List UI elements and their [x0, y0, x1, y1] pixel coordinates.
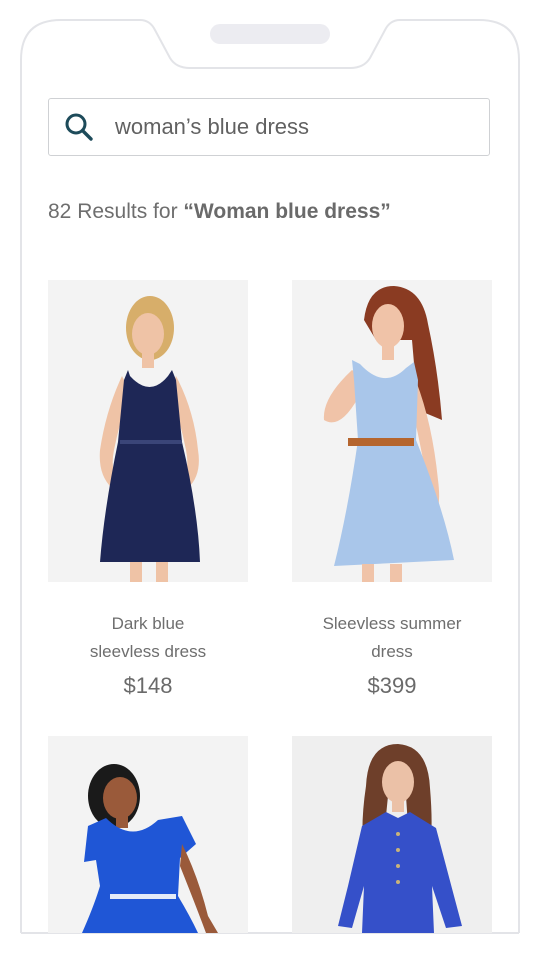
product-image[interactable]	[292, 280, 492, 582]
product-price: $148	[123, 673, 173, 698]
product-image[interactable]	[48, 280, 248, 582]
product-image[interactable]	[292, 736, 492, 933]
product-name[interactable]: Sleevless summer dress	[272, 610, 512, 666]
search-icon[interactable]	[64, 112, 94, 142]
search-input[interactable]	[115, 99, 475, 154]
results-prefix: Results for	[77, 200, 178, 223]
search-bar[interactable]	[48, 98, 490, 156]
results-query: “Woman blue dress”	[183, 200, 391, 223]
product-image[interactable]	[48, 736, 248, 933]
product-name[interactable]: Dark blue sleevless dress	[28, 610, 268, 666]
phone-speaker	[210, 24, 330, 44]
product-price: $399	[367, 673, 417, 698]
results-count: 82	[48, 200, 72, 223]
results-summary: 82 Results for “Woman blue dress”	[48, 200, 391, 224]
